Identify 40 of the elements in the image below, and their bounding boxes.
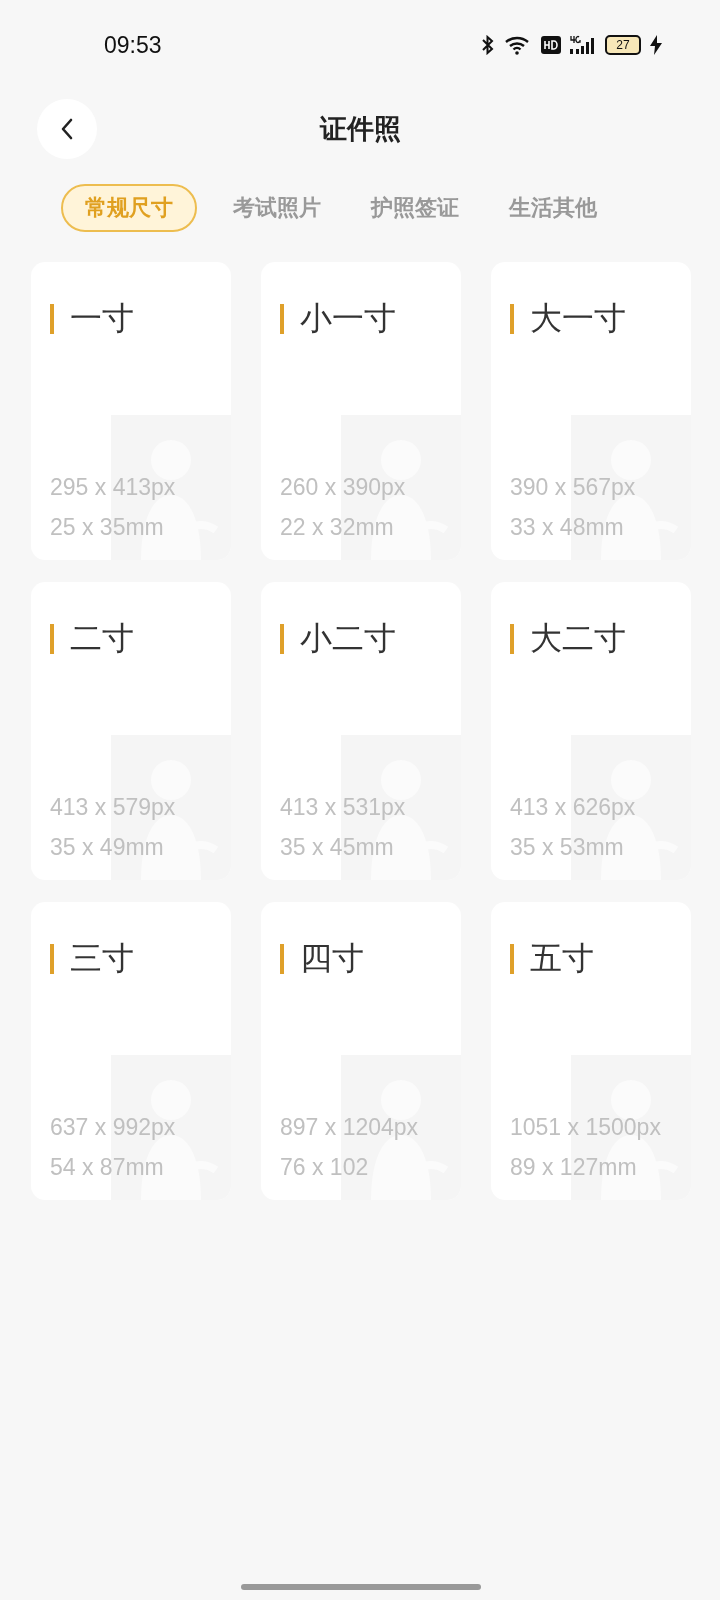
size-name: 二寸 xyxy=(70,618,134,659)
size-name: 四寸 xyxy=(300,938,364,979)
home-indicator[interactable] xyxy=(241,1584,481,1590)
accent-bar xyxy=(50,624,54,654)
size-name: 小一寸 xyxy=(300,298,396,339)
size-name: 大二寸 xyxy=(530,618,626,659)
print-size: 35 x 45mm xyxy=(280,833,395,862)
size-name: 一寸 xyxy=(70,298,134,339)
battery-level: 27 xyxy=(616,38,630,52)
signal-icon xyxy=(570,35,596,55)
size-name: 大一寸 xyxy=(530,298,626,339)
back-icon xyxy=(60,118,74,140)
print-size: 33 x 48mm xyxy=(510,513,625,542)
size-card[interactable]: 五寸 1051 x 1500px 89 x 127mm xyxy=(491,902,691,1200)
accent-bar xyxy=(280,944,284,974)
size-name: 五寸 xyxy=(530,938,594,979)
accent-bar xyxy=(50,944,54,974)
accent-bar xyxy=(280,304,284,334)
print-size: 25 x 35mm xyxy=(50,513,165,542)
charging-icon xyxy=(650,35,662,55)
print-size: 35 x 49mm xyxy=(50,833,165,862)
accent-bar xyxy=(510,944,514,974)
bluetooth-icon xyxy=(481,35,495,55)
accent-bar xyxy=(510,304,514,334)
accent-bar xyxy=(50,304,54,334)
accent-bar xyxy=(510,624,514,654)
size-name: 小二寸 xyxy=(300,618,396,659)
hd-icon xyxy=(541,35,561,55)
clock-time: 09:53 xyxy=(104,31,162,59)
pixel-size: 897 x 1204px xyxy=(280,1113,420,1142)
pixel-size: 1051 x 1500px xyxy=(510,1113,662,1142)
print-size: 54 x 87mm xyxy=(50,1153,165,1182)
page-title: 证件照 xyxy=(319,112,401,146)
print-size: 22 x 32mm xyxy=(280,513,395,542)
print-size: 76 x 102 xyxy=(280,1153,370,1182)
size-card[interactable]: 四寸 897 x 1204px 76 x 102 xyxy=(261,902,461,1200)
size-name: 三寸 xyxy=(70,938,134,979)
print-size: 35 x 53mm xyxy=(510,833,625,862)
print-size: 89 x 127mm xyxy=(510,1153,638,1182)
accent-bar xyxy=(280,624,284,654)
